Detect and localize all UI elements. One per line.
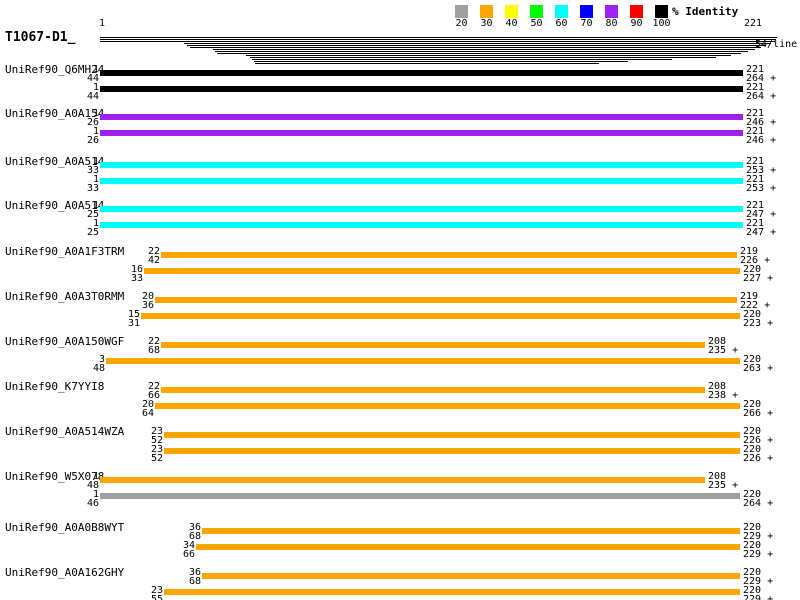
alignment-bar bbox=[164, 589, 740, 595]
hit-start: 31 bbox=[128, 319, 140, 328]
alignment-bar bbox=[161, 342, 705, 348]
ruler-start-label: 1 bbox=[99, 19, 105, 28]
alignment-bar bbox=[141, 313, 740, 319]
alignment-bar bbox=[164, 432, 740, 438]
hit-end: 223 + bbox=[743, 319, 773, 328]
hit-start: 68 bbox=[189, 577, 201, 586]
alignment-bar bbox=[100, 162, 743, 168]
legend-label-80: 80 bbox=[599, 19, 624, 28]
alignment-bar bbox=[161, 387, 705, 393]
alignment-bar bbox=[106, 358, 740, 364]
coverage-line bbox=[100, 41, 775, 42]
hit-start: 33 bbox=[131, 274, 143, 283]
alignment-bar bbox=[161, 252, 737, 258]
legend-swatch-50 bbox=[530, 5, 543, 18]
hit-label: UniRef90_A0A150WGF bbox=[5, 337, 124, 346]
alignment-bar bbox=[100, 70, 743, 76]
coverage-line bbox=[217, 53, 741, 54]
coverage-line bbox=[100, 37, 777, 38]
alignment-bar bbox=[155, 297, 737, 303]
hit-start: 36 bbox=[142, 301, 154, 310]
legend-label-20: 20 bbox=[449, 19, 474, 28]
coverage-line bbox=[190, 47, 761, 48]
hit-label: UniRef90_K7YYI8 bbox=[5, 382, 104, 391]
coverage-line bbox=[254, 61, 628, 62]
coverage-line bbox=[252, 59, 672, 60]
alignment-bar bbox=[196, 544, 740, 550]
legend-label-40: 40 bbox=[499, 19, 524, 28]
alignment-bar bbox=[100, 477, 705, 483]
hit-end: 246 + bbox=[746, 136, 776, 145]
hit-end: 235 + bbox=[708, 481, 738, 490]
hit-end: 229 + bbox=[743, 595, 773, 600]
alignment-bar bbox=[155, 403, 740, 409]
coverage-line bbox=[250, 57, 716, 58]
legend-swatch-80 bbox=[605, 5, 618, 18]
legend-swatch-60 bbox=[555, 5, 568, 18]
hit-end: 264 + bbox=[746, 92, 776, 101]
hit-end: 226 + bbox=[743, 454, 773, 463]
hit-label: UniRef90_A0A3T0RMM bbox=[5, 292, 124, 301]
hit-end: 238 + bbox=[708, 391, 738, 400]
ruler-end-label: 221 bbox=[744, 19, 762, 28]
legend-label-50: 50 bbox=[524, 19, 549, 28]
alignment-bar bbox=[100, 114, 743, 120]
hit-start: 64 bbox=[142, 409, 154, 418]
hit-start: 25 bbox=[87, 228, 99, 237]
alignment-bar bbox=[100, 493, 740, 499]
hit-start: 42 bbox=[148, 256, 160, 265]
hit-end: 253 + bbox=[746, 184, 776, 193]
query-title: T1067-D1_ bbox=[5, 32, 75, 44]
alignment-bar bbox=[100, 86, 743, 92]
hit-start: 68 bbox=[148, 346, 160, 355]
legend-label-70: 70 bbox=[574, 19, 599, 28]
hit-end: 263 + bbox=[743, 364, 773, 373]
legend-title: % Identity bbox=[672, 6, 738, 18]
hit-label: UniRef90_A0A1F3TRM bbox=[5, 247, 124, 256]
legend-swatch-70 bbox=[580, 5, 593, 18]
coverage-line bbox=[215, 51, 748, 52]
coverage-line bbox=[184, 43, 771, 44]
alignment-coverage-plot: T1067-D1_ % Identity 2030405060708090100… bbox=[0, 0, 800, 600]
legend-swatch-90 bbox=[630, 5, 643, 18]
hit-end: 227 + bbox=[743, 274, 773, 283]
coverage-line bbox=[255, 63, 599, 64]
hit-end: 247 + bbox=[746, 228, 776, 237]
alignment-bar bbox=[100, 222, 743, 228]
coverage-line bbox=[100, 39, 776, 40]
alignment-bar bbox=[100, 178, 743, 184]
hit-start: 66 bbox=[183, 550, 195, 559]
alignment-bar bbox=[202, 528, 740, 534]
coverage-line bbox=[246, 55, 731, 56]
alignment-bar bbox=[144, 268, 740, 274]
alignment-bar bbox=[202, 573, 740, 579]
legend-swatch-100 bbox=[655, 5, 668, 18]
hit-end: 235 + bbox=[708, 346, 738, 355]
legend-swatch-20 bbox=[455, 5, 468, 18]
legend-swatch-30 bbox=[480, 5, 493, 18]
hit-start: 52 bbox=[151, 454, 163, 463]
legend-swatch-40 bbox=[505, 5, 518, 18]
hit-start: 48 bbox=[93, 364, 105, 373]
hit-end: 266 + bbox=[743, 409, 773, 418]
coverage-line bbox=[213, 49, 755, 50]
alignment-bar bbox=[100, 206, 743, 212]
hit-start: 55 bbox=[151, 595, 163, 600]
legend-label-100: 100 bbox=[649, 19, 674, 28]
hit-start: 44 bbox=[87, 92, 99, 101]
alignment-bar bbox=[164, 448, 740, 454]
legend-label-90: 90 bbox=[624, 19, 649, 28]
coverage-line bbox=[187, 45, 766, 46]
hit-label: UniRef90_A0A0B8WYT bbox=[5, 523, 124, 532]
hit-end: 229 + bbox=[743, 550, 773, 559]
alignment-bar bbox=[100, 130, 743, 136]
hit-label: UniRef90_A0A162GHY bbox=[5, 568, 124, 577]
hit-start: 33 bbox=[87, 184, 99, 193]
legend-label-30: 30 bbox=[474, 19, 499, 28]
hit-end: 264 + bbox=[743, 499, 773, 508]
hit-label: UniRef90_A0A514WZA bbox=[5, 427, 124, 436]
hit-start: 46 bbox=[87, 499, 99, 508]
legend-label-60: 60 bbox=[549, 19, 574, 28]
hit-start: 26 bbox=[87, 136, 99, 145]
